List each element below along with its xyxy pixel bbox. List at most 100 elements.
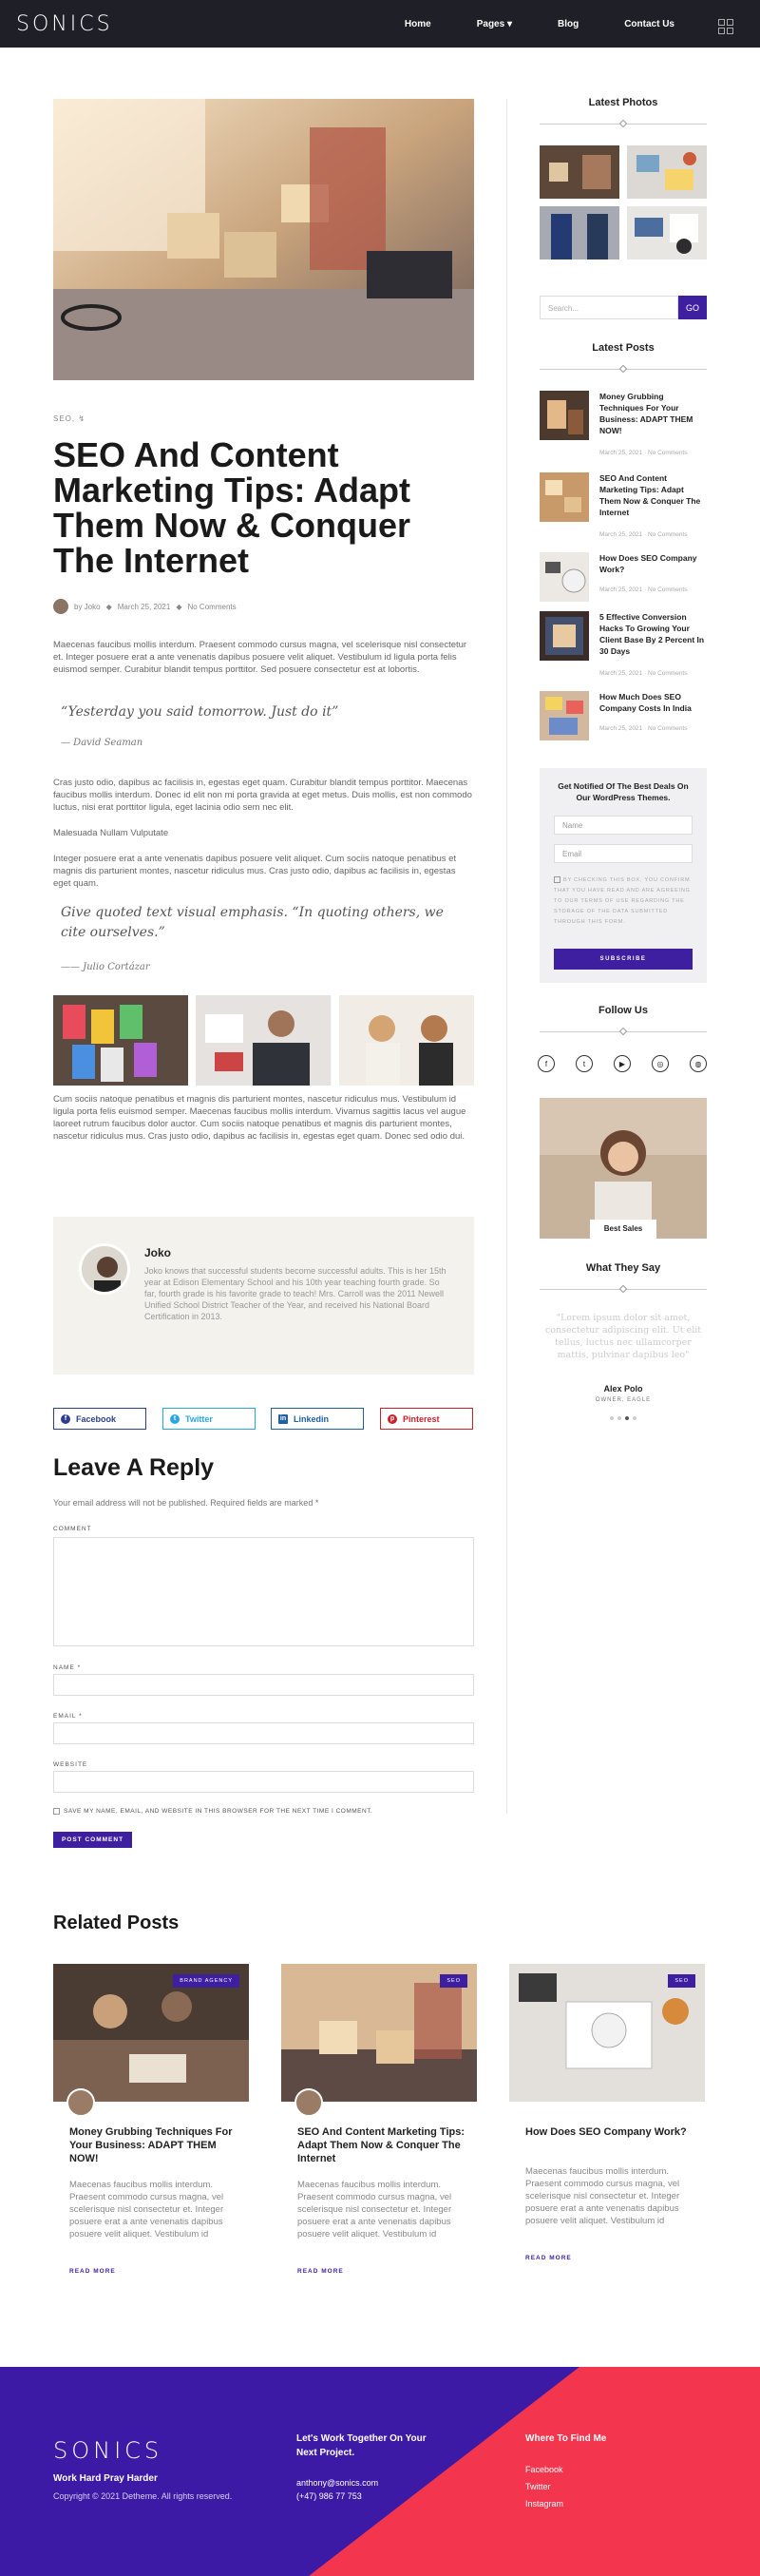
related-post-excerpt: Maecenas faucibus mollis interdum. Praes… <box>69 2180 224 2240</box>
newsletter-title: Get Notified Of The Best Deals On Our Wo… <box>558 781 689 802</box>
email-field[interactable] <box>53 1722 474 1744</box>
footer-copyright: Copyright © 2021 Detheme. All rights res… <box>53 2491 233 2501</box>
newsletter-email-input[interactable]: Email <box>554 844 693 863</box>
post-thumb[interactable] <box>540 391 589 440</box>
testimonial-text: "Lorem ipsum dolor sit amet, consectetur… <box>544 1313 702 1360</box>
sidebar-post[interactable]: How Much Does SEO Company Costs In India… <box>540 691 707 748</box>
author-avatar[interactable] <box>79 1243 130 1295</box>
post-badge[interactable]: SEO <box>668 1974 695 1988</box>
sidebar-search: Search... GO <box>540 296 707 319</box>
website-label: WEBSITE <box>53 1761 88 1768</box>
site-logo[interactable]: SONICS <box>16 12 113 36</box>
post-comment-button[interactable]: POST COMMENT <box>53 1832 132 1848</box>
sidebar-post[interactable]: SEO And Content Marketing Tips: Adapt Th… <box>540 472 707 538</box>
dribbble-icon[interactable]: ◍ <box>690 1055 707 1072</box>
save-info-checkbox[interactable]: SAVE MY NAME, EMAIL, AND WEBSITE IN THIS… <box>53 1808 372 1815</box>
consent-checkbox[interactable] <box>554 876 560 884</box>
read-more-link[interactable]: READ MORE <box>69 2268 116 2275</box>
meta-author[interactable]: by Joko <box>74 603 101 611</box>
carousel-dot[interactable] <box>633 1416 636 1420</box>
testimonial-role: OWNER, EAGLE <box>595 1397 652 1403</box>
sidebar-post[interactable]: Money Grubbing Techniques For Your Busin… <box>540 391 707 456</box>
post-title[interactable]: Money Grubbing Techniques For Your Busin… <box>599 391 707 436</box>
website-field[interactable] <box>53 1771 474 1793</box>
photo-thumb[interactable] <box>627 206 707 260</box>
testimonial-name: Alex Polo <box>603 1384 643 1394</box>
subscribe-button[interactable]: SUBSCRIBE <box>554 949 693 970</box>
comment-textarea[interactable] <box>53 1537 474 1646</box>
newsletter-consent[interactable]: BY CHECKING THIS BOX, YOU CONFIRM THAT Y… <box>554 875 696 928</box>
post-date-comments: March 25, 2021 · No Comments <box>599 450 688 456</box>
footer-link-instagram[interactable]: Instagram <box>525 2498 563 2510</box>
carousel-dot[interactable] <box>610 1416 614 1420</box>
footer-link-twitter[interactable]: Twitter <box>525 2481 551 2493</box>
carousel-dot[interactable] <box>625 1416 629 1420</box>
post-title[interactable]: 5 Effective Conversion Hacks To Growing … <box>599 611 707 657</box>
photo-thumb[interactable] <box>540 206 619 260</box>
read-more-link[interactable]: READ MORE <box>525 2255 572 2261</box>
footer-link-facebook[interactable]: Facebook <box>525 2464 563 2476</box>
related-post-title[interactable]: Money Grubbing Techniques For Your Busin… <box>69 2125 240 2165</box>
post-category[interactable]: SEO, ↯ <box>53 414 86 423</box>
newsletter-name-input[interactable]: Name <box>554 816 693 835</box>
sidebar-post[interactable]: 5 Effective Conversion Hacks To Growing … <box>540 611 707 677</box>
meta-comments[interactable]: No Comments <box>187 603 236 611</box>
nav-pages[interactable]: Pages ▾ <box>477 19 512 29</box>
footer-email[interactable]: anthony@sonics.com <box>296 2477 378 2489</box>
post-title[interactable]: SEO And Content Marketing Tips: Adapt Th… <box>599 472 707 518</box>
gallery-image[interactable] <box>53 995 189 1086</box>
checkbox[interactable] <box>53 1808 60 1815</box>
related-post-title[interactable]: SEO And Content Marketing Tips: Adapt Th… <box>297 2125 468 2165</box>
menu-grid-icon[interactable] <box>718 19 733 34</box>
best-sales-banner[interactable]: Best Sales <box>540 1098 707 1239</box>
post-title[interactable]: How Does SEO Company Work? <box>599 552 707 575</box>
related-post-title[interactable]: How Does SEO Company Work? <box>525 2125 696 2139</box>
post-paragraph: Cum sociis natoque penatibus et magnis d… <box>53 1094 466 1142</box>
share-twitter-button[interactable]: t Twitter <box>162 1408 256 1430</box>
author-avatar[interactable] <box>66 2088 95 2117</box>
nav-home[interactable]: Home <box>405 19 431 29</box>
author-avatar[interactable] <box>53 599 68 614</box>
follow-us-title: Follow Us <box>598 1005 648 1016</box>
carousel-dots <box>610 1416 636 1420</box>
search-button[interactable]: GO <box>678 296 707 319</box>
post-thumb[interactable] <box>540 611 589 661</box>
share-pinterest-button[interactable]: p Pinterest <box>380 1408 473 1430</box>
footer-phone[interactable]: (+47) 986 77 753 <box>296 2490 362 2503</box>
instagram-icon[interactable]: ◎ <box>652 1055 669 1072</box>
read-more-link[interactable]: READ MORE <box>297 2268 344 2275</box>
comment-label: COMMENT <box>53 1526 92 1532</box>
facebook-icon[interactable]: f <box>538 1055 555 1072</box>
share-linkedin-button[interactable]: in Linkedin <box>271 1408 364 1430</box>
youtube-icon[interactable]: ▶ <box>614 1055 631 1072</box>
heading-divider <box>540 1027 707 1036</box>
pinterest-icon: p <box>388 1413 397 1424</box>
post-thumb[interactable] <box>540 552 589 602</box>
carousel-dot[interactable] <box>618 1416 621 1420</box>
search-input[interactable]: Search... <box>540 296 678 319</box>
gallery-image[interactable] <box>196 995 332 1086</box>
photo-thumb[interactable] <box>627 145 707 199</box>
author-box: Joko Joko knows that successful students… <box>53 1217 474 1375</box>
nav-contact[interactable]: Contact Us <box>624 19 674 29</box>
gallery-image[interactable] <box>338 995 474 1086</box>
author-name[interactable]: Joko <box>144 1246 171 1259</box>
related-post-excerpt: Maecenas faucibus mollis interdum. Praes… <box>525 2166 680 2226</box>
post-badge[interactable]: SEO <box>440 1974 467 1988</box>
author-avatar[interactable] <box>294 2088 323 2117</box>
name-field[interactable] <box>53 1674 474 1696</box>
share-facebook-button[interactable]: f Facebook <box>53 1408 146 1430</box>
post-badge[interactable]: BRAND AGENCY <box>173 1974 239 1988</box>
post-thumb[interactable] <box>540 472 589 522</box>
twitter-icon[interactable]: t <box>576 1055 593 1072</box>
meta-separator-icon: ◆ <box>176 602 182 611</box>
nav-blog[interactable]: Blog <box>558 19 579 29</box>
post-thumb[interactable] <box>540 691 589 740</box>
footer-logo[interactable]: SONICS <box>53 2437 162 2464</box>
photo-thumb[interactable] <box>540 145 619 199</box>
post-date-comments: March 25, 2021 · No Comments <box>599 586 688 593</box>
sidebar-post[interactable]: How Does SEO Company Work? March 25, 202… <box>540 552 707 609</box>
post-title[interactable]: How Much Does SEO Company Costs In India <box>599 691 707 714</box>
main-nav: Home Pages ▾ Blog Contact Us <box>405 0 674 48</box>
post-paragraph: Integer posuere erat a ante venenatis da… <box>53 854 457 889</box>
